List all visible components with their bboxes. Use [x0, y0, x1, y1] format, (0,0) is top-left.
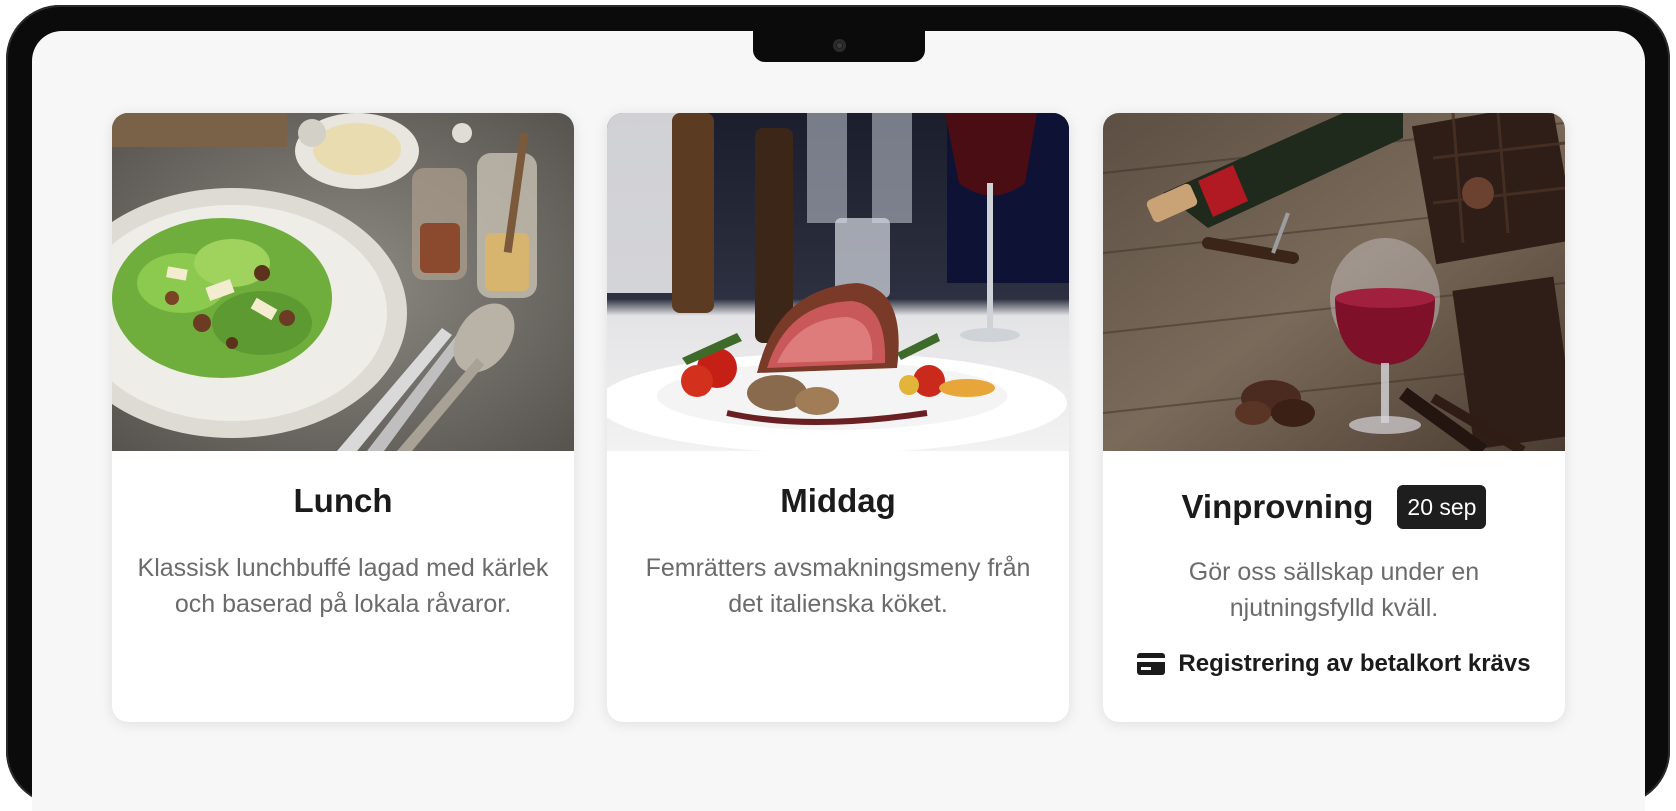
credit-card-icon	[1137, 653, 1166, 675]
card-title: Lunch	[293, 482, 393, 519]
payment-notice-text: Registrering av betalkort krävs	[1178, 650, 1531, 677]
wine-chocolate-image	[1103, 113, 1565, 451]
camera-icon	[833, 39, 846, 52]
payment-notice: Registrering av betalkort krävs	[1103, 650, 1565, 678]
date-badge: 20 sep	[1397, 485, 1487, 529]
card-description: Klassisk lunchbuffé lagad med kärlek och…	[137, 554, 549, 618]
card-vinprovning[interactable]: Vinprovning 20 sep Gör oss sällskap unde…	[1103, 113, 1565, 722]
card-middag[interactable]: Middag Femrätters avsmakningsmeny från d…	[607, 113, 1069, 722]
card-description: Gör oss sällskap under en njutningsfylld…	[1188, 558, 1480, 622]
salad-plate-image	[112, 113, 574, 451]
camera-notch	[753, 31, 925, 62]
steak-dinner-image	[607, 113, 1069, 451]
card-lunch[interactable]: Lunch Klassisk lunchbuffé lagad med kärl…	[112, 113, 574, 722]
card-description: Femrätters avsmakningsmeny från det ital…	[645, 554, 1031, 618]
card-title: Vinprovning	[1181, 488, 1374, 525]
card-title: Middag	[780, 482, 896, 519]
